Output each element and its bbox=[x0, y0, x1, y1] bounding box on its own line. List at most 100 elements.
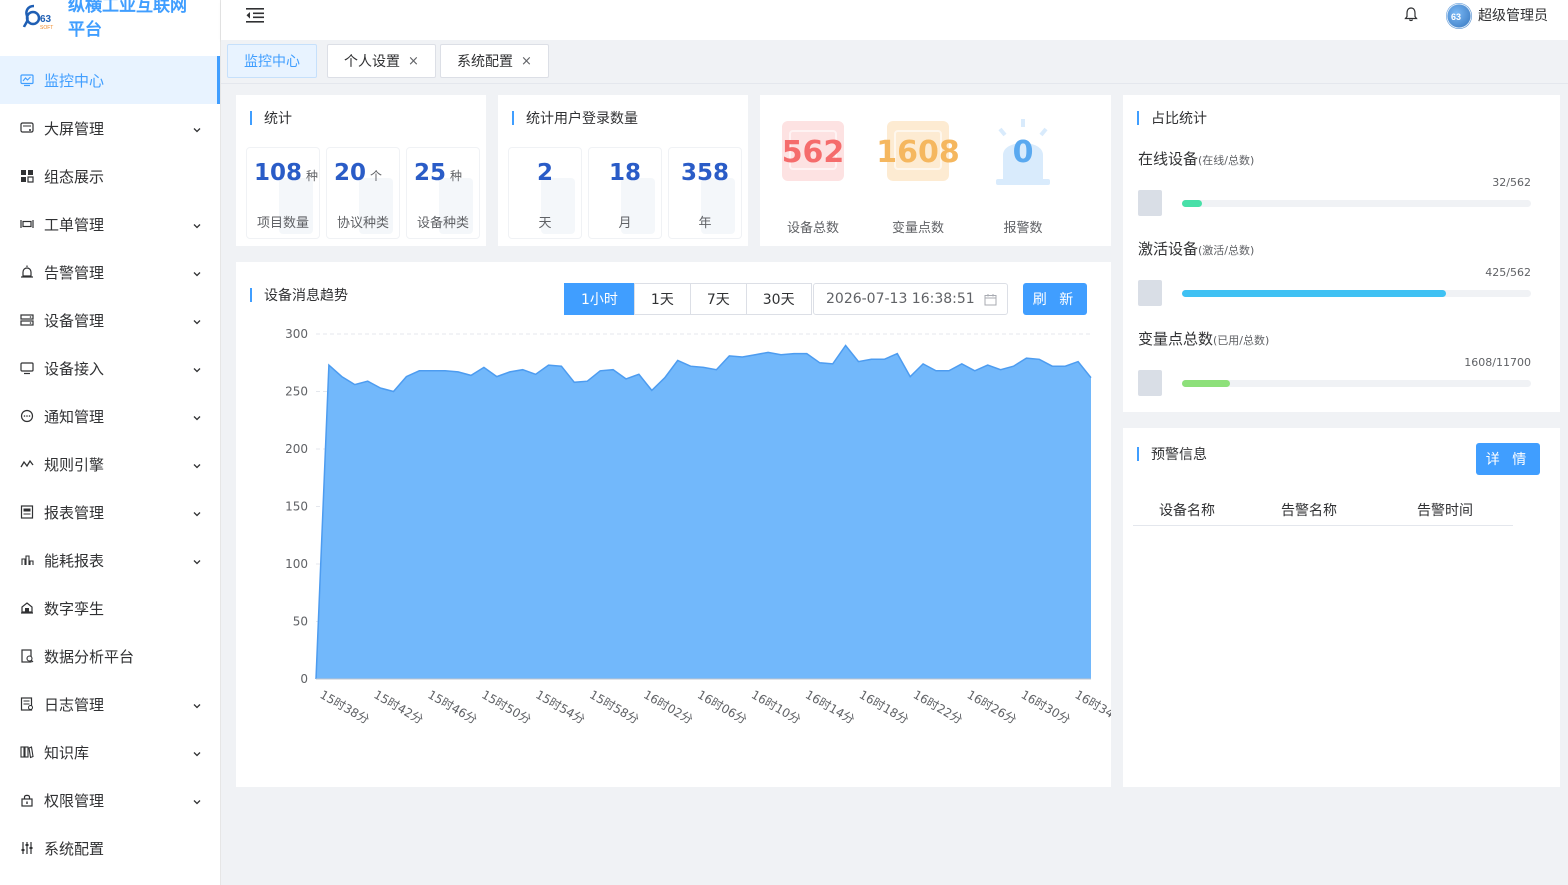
ratio-sub: (激活/总数) bbox=[1198, 244, 1255, 257]
chevron-down-icon bbox=[192, 265, 202, 277]
warning-card-title: 预警信息 bbox=[1137, 444, 1207, 464]
lock-icon bbox=[20, 793, 34, 807]
sidebar-item-2[interactable]: 组态展示 bbox=[0, 152, 220, 200]
ratio-row: 在线设备(在线/总数) 32/562 bbox=[1138, 148, 1531, 216]
chevron-down-icon bbox=[192, 217, 202, 229]
log-icon bbox=[20, 697, 34, 711]
sidebar-item-label: 能耗报表 bbox=[44, 551, 105, 570]
app-title: 纵横工业互联网 平台 bbox=[68, 0, 203, 42]
y-tick-label: 0 bbox=[300, 672, 308, 686]
sidebar-item-10[interactable]: 能耗报表 bbox=[0, 536, 220, 584]
close-icon[interactable]: × bbox=[521, 54, 532, 69]
sidebar-item-label: 数据分析平台 bbox=[44, 647, 135, 666]
range-button-2[interactable]: 7天 bbox=[689, 283, 747, 315]
sidebar-item-6[interactable]: 设备接入 bbox=[0, 344, 220, 392]
access-icon bbox=[20, 361, 34, 375]
stat-value: 20 个 bbox=[334, 160, 382, 186]
login-stat-box: 2天 bbox=[508, 147, 582, 239]
stat-label: 协议种类 bbox=[336, 216, 389, 231]
sidebar-item-3[interactable]: 工单管理 bbox=[0, 200, 220, 248]
stat-number: 108 bbox=[254, 160, 303, 186]
sidebar-item-label: 设备接入 bbox=[44, 359, 105, 378]
range-button-3[interactable]: 30天 bbox=[745, 283, 812, 315]
bell-icon[interactable] bbox=[1404, 6, 1418, 22]
chevron-down-icon bbox=[192, 409, 202, 421]
chevron-down-icon bbox=[192, 313, 202, 325]
stat-unit: 种 bbox=[450, 169, 463, 183]
tab-0[interactable]: 监控中心 bbox=[227, 44, 317, 78]
energy-icon bbox=[20, 553, 34, 567]
sidebar-item-label: 大屏管理 bbox=[44, 119, 105, 138]
svg-text:63: 63 bbox=[1451, 12, 1461, 22]
detail-button[interactable]: 详 情 bbox=[1476, 443, 1540, 475]
sidebar-item-5[interactable]: 设备管理 bbox=[0, 296, 220, 344]
sidebar-item-7[interactable]: 通知管理 bbox=[0, 392, 220, 440]
y-tick-label: 100 bbox=[285, 557, 308, 571]
range-button-1[interactable]: 1天 bbox=[633, 283, 691, 315]
sidebar-menu: 监控中心大屏管理组态展示工单管理告警管理 设备管理设备接入通知管理规则引擎报表管理… bbox=[0, 56, 220, 872]
grid-icon bbox=[20, 169, 34, 183]
tab-2[interactable]: 系统配置 × bbox=[440, 44, 549, 78]
total-stat: 0 报警数 bbox=[973, 117, 1073, 237]
x-tick-label: 16时02分 bbox=[641, 687, 695, 726]
y-tick-label: 50 bbox=[293, 615, 308, 629]
sidebar-item-1[interactable]: 大屏管理 bbox=[0, 104, 220, 152]
stat-box: 108 种项目数量 bbox=[246, 147, 320, 239]
close-icon[interactable]: × bbox=[408, 54, 419, 69]
stat-number: 25 bbox=[414, 160, 447, 186]
stat-number: 20 bbox=[334, 160, 367, 186]
progress-track bbox=[1182, 200, 1531, 207]
stat-value: 25 种 bbox=[414, 160, 462, 186]
datetime-picker[interactable]: 2026-07-13 16:38:51 bbox=[813, 283, 1008, 315]
progress-fill bbox=[1182, 290, 1446, 297]
stats-card: 统计 108 种项目数量 20 个协议种类 25 种设备种类 bbox=[236, 95, 486, 246]
app-title-line2: 平台 bbox=[68, 20, 102, 40]
range-button-0[interactable]: 1小时 bbox=[564, 283, 635, 315]
login-stats-card-title: 统计用户登录数量 bbox=[512, 108, 638, 128]
ratio-card-title: 占比统计 bbox=[1137, 108, 1207, 128]
book-icon bbox=[20, 745, 34, 759]
datetime-value: 2026-07-13 16:38:51 bbox=[826, 291, 975, 307]
chevron-down-icon bbox=[192, 121, 202, 133]
sidebar-item-label: 规则引擎 bbox=[44, 455, 105, 474]
sidebar: 63 SOFT 纵横工业互联网 平台 监控中心 大屏管理 组态展示 工单管理 告警管理设… bbox=[0, 0, 221, 885]
sidebar-item-9[interactable]: 报表管理 bbox=[0, 488, 220, 536]
avatar[interactable]: 63 bbox=[1446, 3, 1472, 29]
ratio-name: 变量点总数 bbox=[1138, 330, 1214, 348]
x-tick-label: 15时46分 bbox=[425, 687, 479, 726]
sidebar-item-15[interactable]: 权限管理 bbox=[0, 776, 220, 824]
sidebar-item-13[interactable]: 日志管理 bbox=[0, 680, 220, 728]
device-thumb-icon bbox=[1138, 190, 1162, 216]
sidebar-item-label: 监控中心 bbox=[44, 71, 105, 90]
ratio-value: 425/562 bbox=[1485, 266, 1531, 279]
sidebar-item-12[interactable]: 数据分析平台 bbox=[0, 632, 220, 680]
login-value: 18 bbox=[608, 160, 641, 186]
sidebar-item-label: 工单管理 bbox=[44, 215, 105, 234]
tab-1[interactable]: 个人设置 × bbox=[327, 44, 436, 78]
warning-card: 预警信息 详 情 设备名称 告警名称 告警时间 bbox=[1123, 428, 1560, 787]
user-name[interactable]: 超级管理员 bbox=[1478, 5, 1548, 25]
menu-fold-icon[interactable] bbox=[245, 6, 265, 24]
login-value: 358 bbox=[680, 160, 729, 186]
totals-card: 562 设备总数 1608 变量点数 0 报警数 bbox=[760, 95, 1111, 246]
sidebar-item-16[interactable]: 系统配置 bbox=[0, 824, 220, 872]
sidebar-item-14[interactable]: 知识库 bbox=[0, 728, 220, 776]
total-value: 1608 bbox=[876, 135, 960, 170]
sidebar-item-11[interactable]: 数字孪生 bbox=[0, 584, 220, 632]
device-thumb-icon bbox=[1138, 280, 1162, 306]
sidebar-item-4[interactable]: 告警管理 bbox=[0, 248, 220, 296]
total-label: 设备总数 bbox=[786, 221, 839, 236]
sidebar-item-label: 日志管理 bbox=[44, 695, 105, 714]
sidebar-item-label: 系统配置 bbox=[44, 839, 105, 858]
rule-icon bbox=[20, 457, 34, 471]
sidebar-item-8[interactable]: 规则引擎 bbox=[0, 440, 220, 488]
sidebar-item-0[interactable]: 监控中心 bbox=[0, 56, 220, 104]
report-icon bbox=[20, 505, 34, 519]
stat-box: 20 个协议种类 bbox=[326, 147, 400, 239]
ratio-name: 激活设备 bbox=[1138, 240, 1199, 258]
tab-bar: 监控中心 个人设置 × 系统配置 × bbox=[221, 40, 1568, 84]
refresh-button[interactable]: 刷 新 bbox=[1023, 283, 1087, 315]
alarm-icon bbox=[20, 265, 34, 279]
login-label: 年 bbox=[698, 216, 712, 231]
analysis-icon bbox=[20, 649, 34, 663]
